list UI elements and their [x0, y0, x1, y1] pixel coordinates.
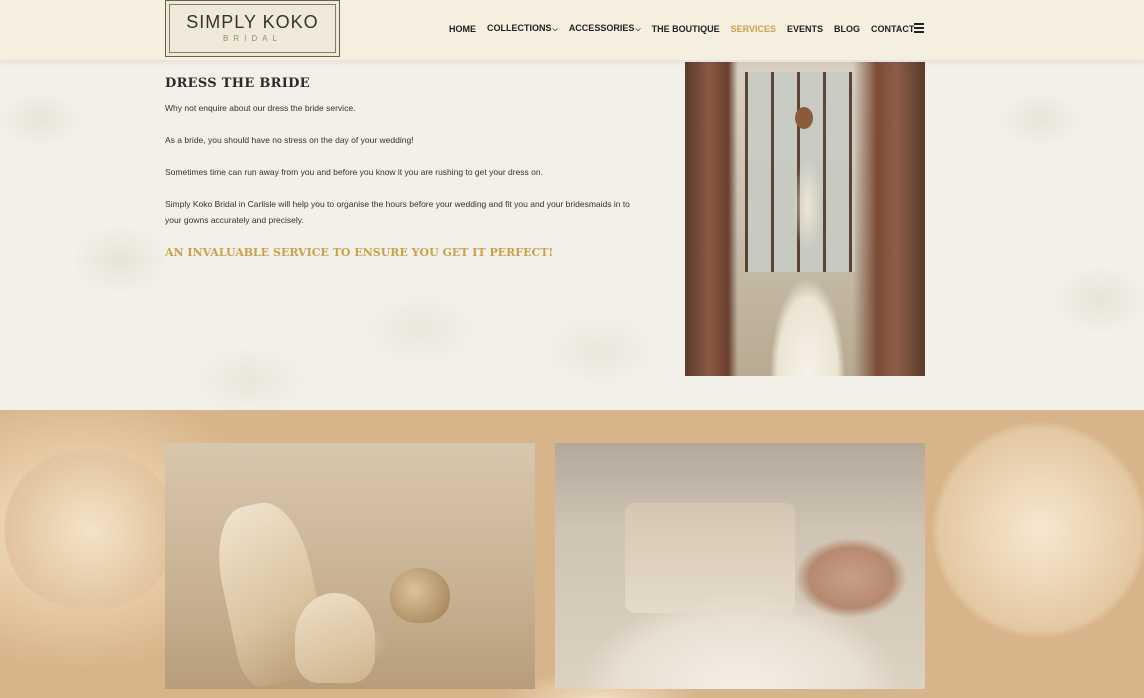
bird-ornament-illustration	[390, 568, 450, 623]
logo-sub-text: BRIDAL	[223, 33, 282, 43]
nav-blog-label: BLOG	[834, 23, 861, 34]
dress-fitting-photo	[555, 443, 925, 689]
petal-decoration	[930, 420, 1144, 640]
nav-contact-label: CONTACT	[871, 23, 915, 34]
nav-events[interactable]: EVENTS	[787, 24, 823, 34]
nav-collections[interactable]: COLLECTIONS⌵	[487, 23, 558, 34]
nav-home[interactable]: HOME	[449, 24, 476, 34]
bride-photo	[685, 62, 925, 376]
nav-services[interactable]: SERVICES	[731, 24, 776, 34]
page-title: DRESS THE BRIDE	[165, 76, 310, 91]
hands-illustration	[755, 513, 915, 643]
nav-services-label: SERVICES	[730, 23, 777, 34]
service-tagline: AN INVALUABLE SERVICE TO ENSURE YOU GET …	[165, 246, 554, 259]
site-logo[interactable]: SIMPLY KOKO BRIDAL	[165, 0, 340, 57]
bridal-shoes-photo	[165, 443, 535, 689]
paragraph-time: Sometimes time can run away from you and…	[165, 167, 543, 177]
dress-illustration	[760, 132, 855, 376]
chevron-down-icon: ⌵	[635, 26, 641, 33]
main-nav: HOME COLLECTIONS⌵ ACCESSORIES⌵ THE BOUTI…	[449, 23, 925, 34]
paragraph-no-stress: As a bride, you should have no stress on…	[165, 135, 414, 145]
nav-events-label: EVENTS	[787, 23, 824, 34]
petal-decoration	[0, 450, 180, 610]
main-content: DRESS THE BRIDE Why not enquire about ou…	[165, 76, 645, 259]
paragraph-carlisle: Simply Koko Bridal in Carlisle will help…	[165, 199, 630, 225]
nav-accessories[interactable]: ACCESSORIES⌵	[569, 23, 641, 34]
hamburger-menu-icon[interactable]	[914, 23, 924, 33]
shoe-illustration	[295, 593, 375, 683]
nav-accessories-label: ACCESSORIES	[568, 23, 635, 33]
site-header: SIMPLY KOKO BRIDAL HOME COLLECTIONS⌵ ACC…	[0, 0, 1144, 60]
nav-collections-label: COLLECTIONS	[487, 23, 552, 33]
nav-blog[interactable]: BLOG	[834, 24, 860, 34]
head-illustration	[795, 107, 813, 129]
logo-main-text: SIMPLY KOKO	[186, 11, 319, 32]
paragraph-intro: Why not enquire about our dress the brid…	[165, 103, 356, 113]
nav-home-label: HOME	[449, 23, 476, 34]
nav-the-boutique-label: THE BOUTIQUE	[651, 23, 720, 34]
chevron-down-icon: ⌵	[552, 26, 558, 33]
nav-the-boutique[interactable]: THE BOUTIQUE	[652, 24, 720, 34]
nav-contact[interactable]: CONTACT	[871, 24, 914, 34]
